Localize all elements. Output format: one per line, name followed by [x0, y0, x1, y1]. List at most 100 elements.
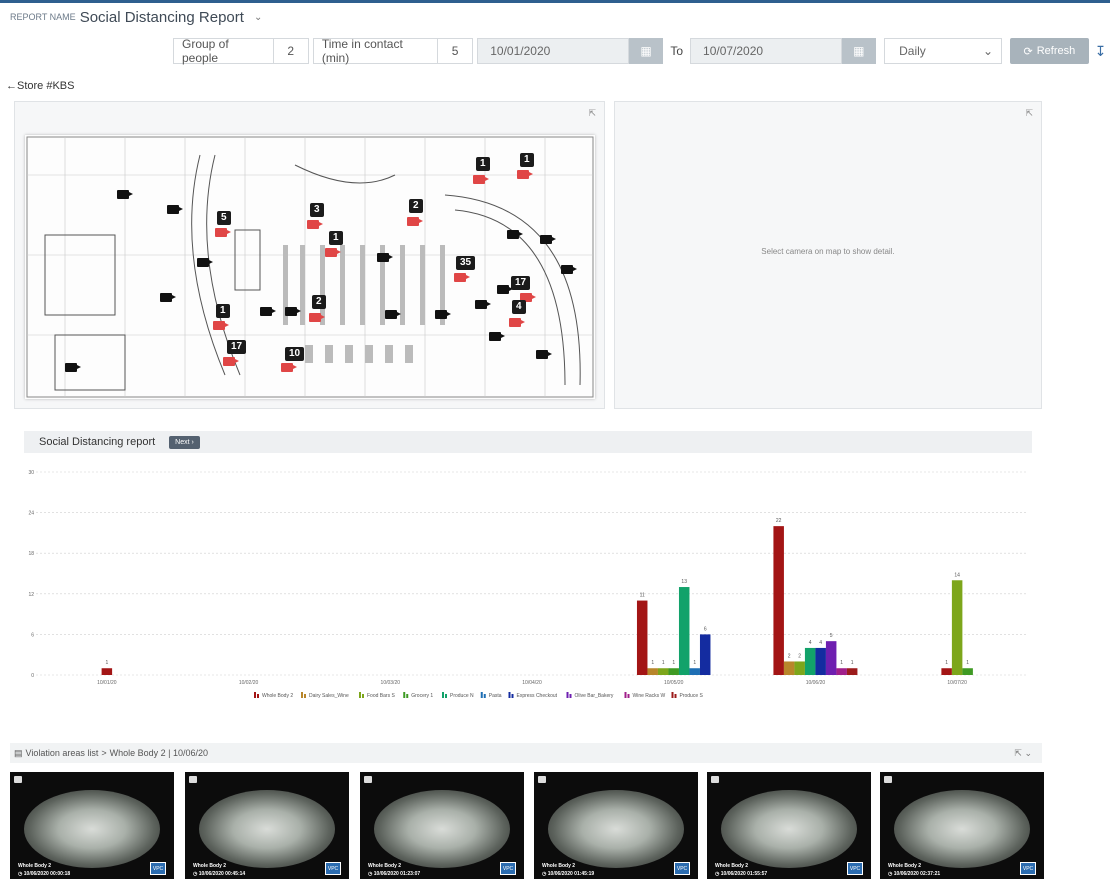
store-floor-plan[interactable]: 1 1 5 3 2 1 35 17 4 1 2 17 10: [25, 135, 595, 399]
next-button[interactable]: Next ›: [169, 435, 200, 449]
bar: [636, 600, 648, 675]
data-label: 1: [693, 660, 696, 666]
camera-icon[interactable]: [167, 205, 183, 214]
image-icon: [884, 776, 892, 783]
violation-count-badge: 1: [216, 304, 230, 318]
violation-areas-label[interactable]: Violation areas list: [26, 748, 99, 758]
chevron-down-icon: ⌄: [983, 44, 994, 58]
alert-camera-icon[interactable]: [213, 321, 229, 330]
alert-camera-icon[interactable]: [325, 248, 341, 257]
violation-thumbnail[interactable]: Whole Body 2 ◷ 10/06/2020 01:55:57 VPC: [707, 772, 871, 879]
legend-label: Olive Bar_Bakery: [575, 693, 614, 699]
expand-icon[interactable]: ⇱: [588, 108, 596, 119]
calendar-icon[interactable]: ▦: [628, 38, 664, 64]
calendar-icon[interactable]: ▦: [841, 38, 877, 64]
violation-thumbnail[interactable]: Whole Body 2 ◷ 10/06/2020 00:45:14 VPC: [185, 772, 349, 879]
alert-camera-icon[interactable]: [309, 313, 325, 322]
alert-camera-icon[interactable]: [407, 217, 423, 226]
alert-camera-icon[interactable]: [454, 273, 470, 282]
time-in-contact-input[interactable]: 5: [437, 38, 474, 64]
legend-swatch-icon: [627, 694, 630, 698]
camera-icon[interactable]: [561, 265, 577, 274]
image-icon: [538, 776, 546, 783]
vpc-tag: VPC: [500, 862, 516, 875]
legend-swatch-icon: [624, 692, 627, 698]
thumbnail-area-name: Whole Body 2: [368, 863, 402, 869]
camera-icon[interactable]: [197, 258, 213, 267]
camera-icon[interactable]: [160, 293, 176, 302]
legend-swatch-icon: [511, 694, 514, 698]
date-to-input[interactable]: 10/07/2020: [690, 38, 842, 64]
data-label: 22: [776, 518, 782, 524]
camera-icon[interactable]: [497, 285, 513, 294]
bar: [773, 526, 784, 675]
legend-swatch-icon: [304, 694, 306, 698]
arrow-left-icon: ←: [6, 80, 17, 92]
data-label: 1: [966, 660, 969, 666]
alert-camera-icon[interactable]: [307, 220, 323, 229]
data-label: 6: [704, 626, 707, 632]
violation-count-badge: 2: [409, 199, 423, 213]
thumbnail-area-name: Whole Body 2: [715, 863, 749, 869]
alert-camera-icon[interactable]: [281, 363, 297, 372]
legend-label: Food Bars S: [367, 693, 395, 699]
violation-thumbnail[interactable]: Whole Body 2 ◷ 10/06/2020 01:45:19 VPC: [534, 772, 698, 879]
alert-camera-icon[interactable]: [473, 175, 489, 184]
data-label: 1: [672, 660, 675, 666]
bar: [951, 580, 963, 675]
camera-snapshot: [374, 790, 510, 868]
camera-icon[interactable]: [507, 230, 523, 239]
camera-icon[interactable]: [540, 235, 556, 244]
bar-chart: 061218243010/01/20 10/02/20 10/03/20 10/04/…: [28, 470, 1028, 699]
camera-icon[interactable]: [260, 307, 276, 316]
bar: [941, 668, 952, 675]
violation-thumbnail[interactable]: Whole Body 2 ◷ 10/06/2020 00:00:18 VPC: [10, 772, 174, 879]
thumbnail-area-name: Whole Body 2: [542, 863, 576, 869]
legend-label: Wine Racks W: [633, 693, 666, 699]
refresh-button[interactable]: ⟳ Refresh: [1010, 38, 1089, 64]
alert-camera-icon[interactable]: [517, 170, 533, 179]
violation-count-badge: 2: [312, 295, 326, 309]
camera-icon[interactable]: [117, 190, 133, 199]
legend-swatch-icon: [674, 694, 677, 698]
camera-icon[interactable]: [65, 363, 81, 372]
report-title[interactable]: Social Distancing Report: [80, 9, 244, 26]
alert-camera-icon[interactable]: [223, 357, 239, 366]
x-tick-label: 10/02/20: [239, 680, 259, 686]
camera-detail-message: Select camera on map to show detail.: [761, 247, 895, 256]
alert-camera-icon[interactable]: [215, 228, 231, 237]
y-tick-label: 6: [31, 632, 34, 638]
legend-swatch-icon: [254, 692, 256, 698]
thumbnail-timestamp: ◷ 10/06/2020 01:23:07: [368, 871, 421, 877]
violation-thumbnail[interactable]: Whole Body 2 ◷ 10/06/2020 02:37:21 VPC: [880, 772, 1044, 879]
camera-icon[interactable]: [435, 310, 451, 319]
interval-select[interactable]: Daily ⌄: [884, 38, 1003, 64]
image-icon: [14, 776, 22, 783]
legend-label: Produce N: [450, 693, 474, 699]
bar: [647, 668, 658, 675]
legend-label: Whole Body 2: [262, 693, 293, 699]
data-label: 1: [840, 660, 843, 666]
camera-icon[interactable]: [475, 300, 491, 309]
bar: [657, 668, 669, 675]
alert-camera-icon[interactable]: [509, 318, 525, 327]
violation-areas-header: ▤ Violation areas list > Whole Body 2 | …: [10, 743, 1042, 763]
refresh-label: Refresh: [1036, 45, 1076, 57]
date-from-input[interactable]: 10/01/2020: [477, 38, 629, 64]
camera-icon[interactable]: [285, 307, 301, 316]
camera-icon[interactable]: [536, 350, 552, 359]
chevron-down-icon[interactable]: ⌄: [254, 12, 262, 23]
violation-thumbnail[interactable]: Whole Body 2 ◷ 10/06/2020 01:23:07 VPC: [360, 772, 524, 879]
thumbnail-timestamp: ◷ 10/06/2020 01:55:57: [715, 871, 768, 877]
legend-swatch-icon: [480, 692, 483, 698]
camera-icon[interactable]: [489, 332, 505, 341]
data-label: 1: [105, 660, 108, 666]
camera-icon[interactable]: [377, 253, 393, 262]
expand-icon[interactable]: ⇱ ⌄: [1014, 748, 1032, 759]
group-of-people-input[interactable]: 2: [273, 38, 309, 64]
download-icon[interactable]: ↧: [1095, 38, 1110, 64]
camera-snapshot: [24, 790, 160, 868]
back-link[interactable]: ←Store #KBS: [6, 80, 74, 92]
camera-icon[interactable]: [385, 310, 401, 319]
expand-icon[interactable]: ⇱: [1025, 108, 1033, 119]
